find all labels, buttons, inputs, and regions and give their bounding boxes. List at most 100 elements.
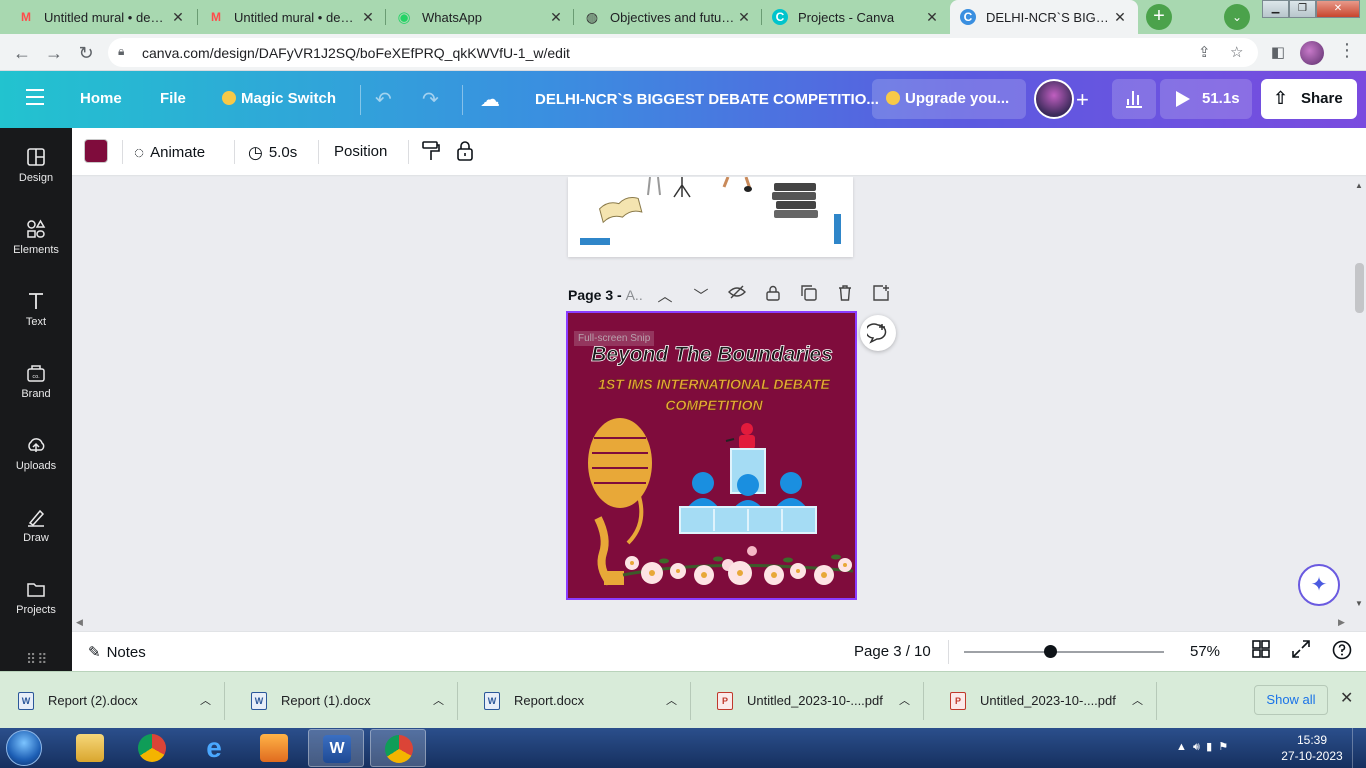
tab-close-icon[interactable]: ✕	[360, 9, 376, 26]
tab-close-icon[interactable]: ✕	[170, 9, 186, 26]
document-title[interactable]: DELHI-NCR`S BIGGEST DEBATE COMPETITIO...	[535, 91, 879, 108]
forward-arrow-icon[interactable]: →	[42, 41, 66, 65]
chevron-up-icon[interactable]: ︿	[200, 692, 211, 708]
download-item[interactable]: W Report.docx ︿	[466, 682, 691, 720]
url-text[interactable]: canva.com/design/DAFyVR1J2SQ/boFeXEfPRQ_…	[142, 45, 570, 61]
download-item[interactable]: P Untitled_2023-10-....pdf ︿	[932, 682, 1157, 720]
share-button[interactable]: ⇧ Share	[1261, 79, 1357, 119]
insights-button[interactable]	[1112, 79, 1156, 119]
add-collaborator-icon[interactable]: +	[1076, 87, 1089, 113]
taskbar-media[interactable]	[246, 729, 302, 767]
file-menu-button[interactable]: File	[160, 90, 186, 107]
browser-tab[interactable]: M Untitled mural • debate ✕	[198, 0, 386, 34]
system-clock[interactable]: 15:39 27-10-2023	[1280, 732, 1344, 764]
user-avatar[interactable]	[1034, 79, 1074, 119]
hide-page-icon[interactable]	[726, 285, 748, 303]
animate-button[interactable]: ◌ Animate	[134, 143, 205, 163]
more-apps-icon[interactable]: ⠿⠿	[26, 651, 49, 668]
duplicate-page-icon[interactable]	[798, 285, 820, 305]
action-center-flag-icon[interactable]: ⚑	[1218, 741, 1228, 753]
redo-icon[interactable]: ↷	[422, 87, 439, 112]
fullscreen-icon[interactable]	[1292, 640, 1310, 663]
browser-tab[interactable]: ◉ WhatsApp ✕	[386, 0, 574, 34]
upgrade-button[interactable]: Upgrade you...	[872, 79, 1026, 119]
move-page-up-icon[interactable]: ︿	[654, 285, 676, 306]
vertical-scrollbar[interactable]: ▲ ▼	[1352, 177, 1366, 615]
delete-page-icon[interactable]	[834, 285, 856, 305]
browser-tab[interactable]: ◍ Objectives and future p ✕	[574, 0, 762, 34]
move-page-down-icon[interactable]: ﹀	[690, 285, 712, 306]
show-desktop-button[interactable]	[1352, 728, 1366, 768]
taskbar-word[interactable]: W	[308, 729, 364, 767]
share-page-icon[interactable]: ⇪	[1198, 43, 1211, 61]
lock-icon[interactable]: 🔒︎	[118, 44, 124, 59]
scroll-down-arrow-icon[interactable]: ▼	[1355, 599, 1363, 608]
undo-icon[interactable]: ↶	[375, 87, 392, 112]
browser-tab[interactable]: C Projects - Canva ✕	[762, 0, 950, 34]
maximize-button[interactable]: ❐	[1289, 0, 1316, 18]
zoom-slider[interactable]	[964, 645, 1164, 658]
lock-page-icon[interactable]	[762, 285, 784, 305]
color-swatch[interactable]	[84, 139, 108, 163]
chevron-up-icon[interactable]: ︿	[666, 692, 677, 708]
horizontal-scrollbar[interactable]: ◀ ▶	[72, 615, 1366, 631]
taskbar-explorer[interactable]	[62, 729, 118, 767]
tab-close-icon[interactable]: ✕	[924, 9, 940, 26]
paint-roller-icon[interactable]	[422, 140, 440, 166]
taskbar-chrome[interactable]	[124, 729, 180, 767]
bookmark-star-icon[interactable]: ☆	[1230, 43, 1243, 61]
add-page-icon[interactable]	[870, 285, 892, 305]
magic-switch-button[interactable]: Magic Switch	[222, 90, 336, 107]
show-all-downloads-button[interactable]: Show all	[1254, 685, 1328, 715]
tab-close-icon[interactable]: ✕	[736, 9, 752, 26]
scrollbar-thumb[interactable]	[1355, 263, 1364, 313]
taskbar-chrome-active[interactable]	[370, 729, 426, 767]
tab-close-icon[interactable]: ✕	[548, 9, 564, 26]
window-close-button[interactable]: ✕	[1316, 0, 1360, 18]
chevron-up-icon[interactable]: ︿	[433, 692, 444, 708]
home-button[interactable]: Home	[80, 90, 122, 107]
hamburger-menu-icon[interactable]	[26, 89, 44, 110]
side-panel-icon[interactable]: ◧	[1266, 41, 1290, 65]
tray-expand-icon[interactable]: ▲	[1176, 741, 1187, 753]
page-2-thumbnail[interactable]	[568, 177, 853, 257]
chevron-up-icon[interactable]: ︿	[1132, 692, 1143, 708]
download-item[interactable]: W Report (2).docx ︿	[0, 682, 225, 720]
help-icon[interactable]	[1332, 640, 1352, 665]
sidebar-item-brand[interactable]: co. Brand	[0, 360, 72, 420]
grid-view-icon[interactable]	[1252, 640, 1270, 663]
sidebar-item-draw[interactable]: Draw	[0, 504, 72, 564]
zoom-slider-knob[interactable]	[1044, 645, 1057, 658]
present-button[interactable]: 51.1s	[1160, 79, 1252, 119]
page-counter[interactable]: Page 3 / 10	[854, 643, 931, 660]
page-title-label[interactable]: Page 3 - A..	[568, 287, 643, 303]
back-arrow-icon[interactable]: ←	[10, 41, 34, 65]
minimize-button[interactable]: ▁	[1262, 0, 1289, 18]
scroll-left-arrow-icon[interactable]: ◀	[76, 617, 83, 628]
system-tray[interactable]: ▲ 🔊︎ ▮ ⚑	[1176, 740, 1228, 754]
sidebar-item-design[interactable]: Design	[0, 144, 72, 204]
browser-tab[interactable]: M Untitled mural • debate ✕	[8, 0, 196, 34]
sidebar-item-text[interactable]: Text	[0, 288, 72, 348]
reload-icon[interactable]: ↻	[74, 41, 98, 65]
download-item[interactable]: W Report (1).docx ︿	[233, 682, 458, 720]
start-button[interactable]	[6, 730, 42, 766]
cloud-saved-icon[interactable]: ☁	[480, 87, 500, 112]
volume-icon[interactable]: 🔊︎	[1193, 741, 1200, 753]
sidebar-item-elements[interactable]: Elements	[0, 216, 72, 276]
tab-search-chevron-icon[interactable]: ⌄	[1224, 4, 1250, 30]
lock-icon[interactable]	[456, 140, 474, 166]
taskbar-ie[interactable]: e	[186, 729, 242, 767]
tab-close-icon[interactable]: ✕	[1112, 9, 1128, 26]
browser-tab-active[interactable]: C DELHI-NCR`S BIGGEST ✕	[950, 0, 1138, 34]
chevron-up-icon[interactable]: ︿	[899, 692, 910, 708]
download-item[interactable]: P Untitled_2023-10-....pdf ︿	[699, 682, 924, 720]
sidebar-item-uploads[interactable]: Uploads	[0, 432, 72, 492]
magic-assistant-button[interactable]: ✦	[1298, 564, 1340, 606]
page-3-design[interactable]: Beyond The Boundaries 1ST IMS INTERNATIO…	[566, 311, 857, 600]
new-tab-button[interactable]: +	[1146, 4, 1172, 30]
sidebar-item-projects[interactable]: Projects	[0, 576, 72, 636]
network-icon[interactable]: ▮	[1206, 741, 1212, 753]
zoom-level[interactable]: 57%	[1190, 643, 1220, 660]
duration-button[interactable]: ◷ 5.0s	[248, 143, 297, 163]
